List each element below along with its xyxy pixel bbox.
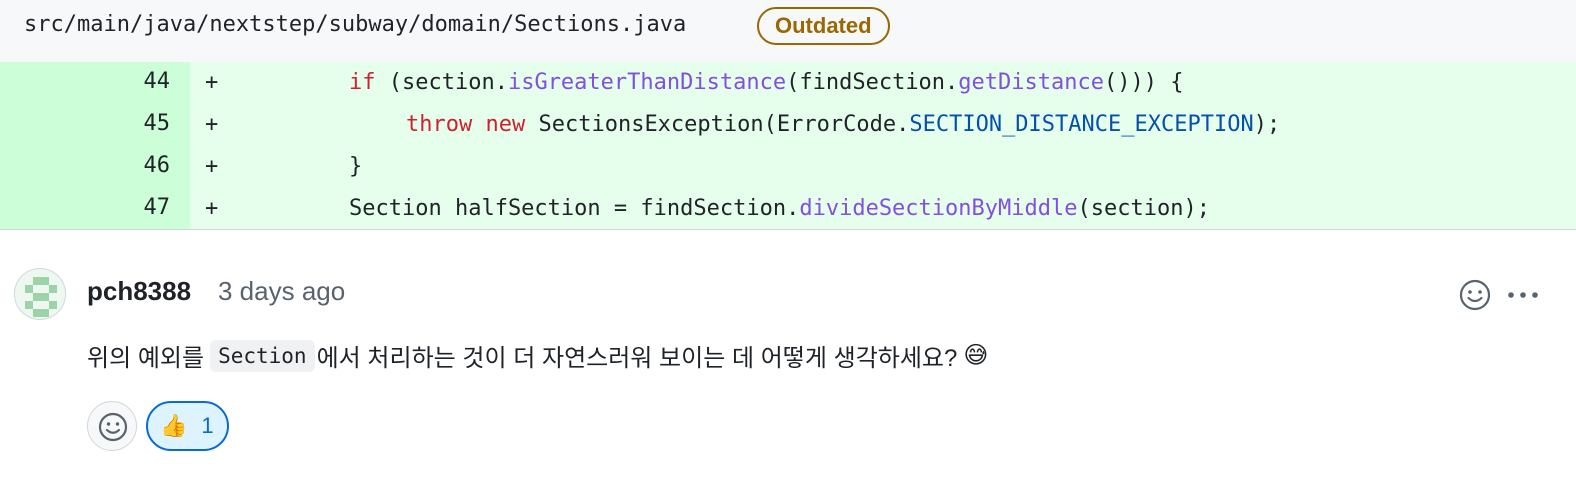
diff-row: 47 + Section halfSection = findSection.d…	[0, 188, 1576, 230]
more-options-button[interactable]	[1505, 280, 1541, 310]
outdated-badge: Outdated	[757, 7, 890, 45]
code-token: if	[349, 70, 376, 95]
identicon-icon	[15, 269, 65, 319]
comment-body: 위의 예외를 Section 에서 처리하는 것이 더 자연스러워 보이는 데 …	[87, 338, 988, 373]
file-header: src/main/java/nextstep/subway/domain/Sec…	[0, 0, 1576, 62]
code-token: Section halfSection = findSection.	[349, 196, 800, 221]
diff-row: 45 + throw new SectionsException(ErrorCo…	[0, 104, 1576, 146]
smiley-icon	[1459, 279, 1491, 311]
comment-timestamp[interactable]: 3 days ago	[218, 276, 345, 307]
code-token: getDistance	[958, 70, 1104, 95]
code-token: isGreaterThanDistance	[507, 70, 787, 95]
code-token: divideSectionByMiddle	[799, 196, 1078, 221]
diff-row: 44 + if (section.isGreaterThanDistance(f…	[0, 62, 1576, 104]
code-token: ())) {	[1104, 70, 1184, 95]
file-path[interactable]: src/main/java/nextstep/subway/domain/Sec…	[24, 12, 686, 37]
addition-marker: +	[205, 70, 219, 95]
kebab-horizontal-icon	[1508, 292, 1538, 298]
code-token: SECTION_DISTANCE_EXCEPTION	[909, 112, 1254, 137]
diff-row: 46 + }	[0, 146, 1576, 188]
line-number[interactable]: 45	[100, 111, 171, 136]
thumbs-up-icon: 👍	[160, 413, 188, 438]
comment-text: 에서 처리하는 것이 더 자연스러워 보이는 데 어떻게 생각하세요?	[316, 345, 958, 372]
add-reaction-button[interactable]	[87, 401, 137, 451]
code-token: SectionsException(ErrorCode.	[525, 112, 910, 137]
code-line: throw new SectionsException(ErrorCode.SE…	[406, 112, 1280, 137]
code-line: if (section.isGreaterThanDistance(findSe…	[349, 70, 1183, 95]
add-reaction-button[interactable]	[1458, 278, 1492, 312]
code-token: );	[1253, 112, 1281, 137]
code-token: (section);	[1077, 196, 1210, 221]
code-token: (findSection.	[786, 70, 959, 95]
code-token: new	[485, 112, 526, 137]
inline-code: Section	[210, 339, 315, 372]
code-token: throw	[406, 112, 473, 137]
thumbs-up-reaction-button[interactable]: 👍 1	[146, 401, 229, 451]
addition-marker: +	[205, 196, 219, 221]
line-number[interactable]: 46	[100, 153, 171, 178]
code-line: }	[349, 154, 362, 179]
addition-marker: +	[205, 112, 219, 137]
addition-line-background	[190, 146, 1576, 188]
diff-code-block: 44 + if (section.isGreaterThanDistance(f…	[0, 62, 1576, 230]
reaction-count: 1	[201, 413, 214, 438]
code-token: (section.	[375, 70, 508, 95]
divider	[0, 229, 1576, 230]
line-number[interactable]: 44	[100, 69, 171, 94]
comment-author[interactable]: pch8388	[87, 276, 191, 307]
sweat-smile-emoji: 😅	[963, 342, 989, 369]
code-token: }	[349, 154, 363, 179]
comment-text: 위의 예외를	[87, 345, 205, 372]
avatar[interactable]	[14, 268, 66, 320]
line-number[interactable]: 47	[100, 195, 171, 220]
add-reaction-smiley-icon	[98, 412, 128, 442]
addition-marker: +	[205, 154, 219, 179]
code-line: Section halfSection = findSection.divide…	[349, 196, 1210, 221]
